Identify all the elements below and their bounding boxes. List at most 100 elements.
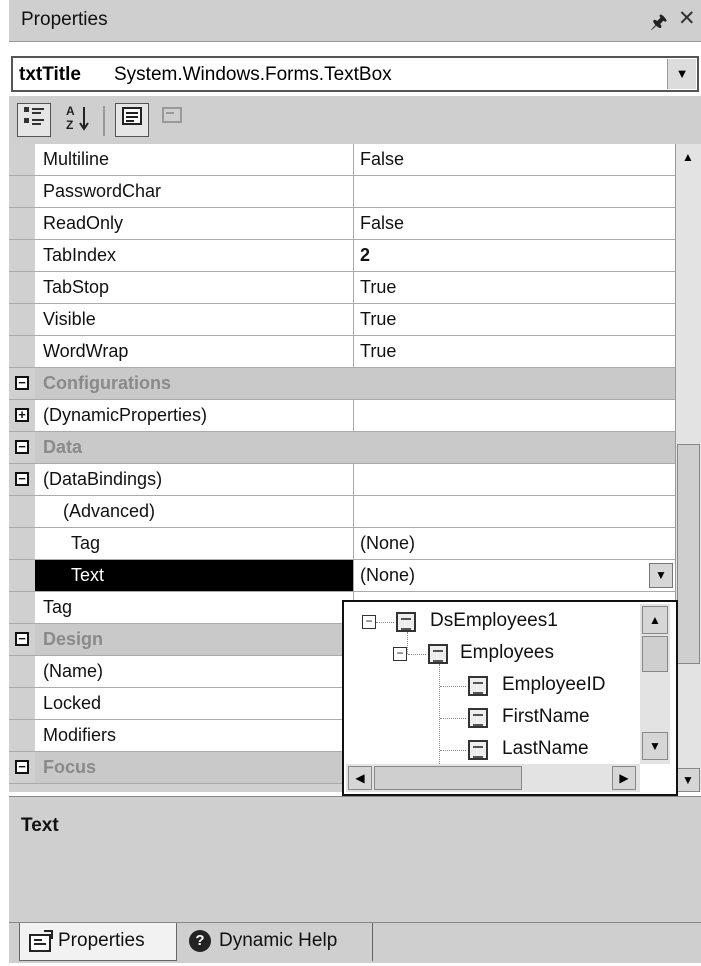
- tree-item-column[interactable]: EmployeeID: [502, 674, 606, 696]
- properties-icon[interactable]: [115, 103, 149, 137]
- property-name: Visible: [43, 309, 96, 329]
- tree-item-column[interactable]: LastName: [502, 738, 589, 760]
- pin-icon[interactable]: 🖈: [650, 8, 668, 40]
- property-name: Modifiers: [43, 725, 117, 745]
- property-row[interactable]: (Advanced): [9, 496, 675, 528]
- property-value[interactable]: True: [353, 304, 675, 335]
- property-name: TabIndex: [43, 245, 117, 265]
- property-name: (DataBindings): [43, 469, 163, 489]
- tree-item-table[interactable]: Employees: [460, 642, 554, 664]
- chevron-down-icon[interactable]: ▼: [649, 563, 673, 588]
- tree-item-dataset[interactable]: DsEmployees1: [430, 610, 558, 632]
- category-name: Focus: [43, 757, 97, 777]
- property-row[interactable]: Visible True: [9, 304, 675, 336]
- collapse-icon[interactable]: −: [15, 440, 29, 454]
- property-value[interactable]: [353, 464, 675, 495]
- category-name: Design: [43, 629, 104, 649]
- property-row[interactable]: TabStop True: [9, 272, 675, 304]
- collapse-icon[interactable]: −: [362, 615, 376, 629]
- property-name: TabStop: [43, 277, 110, 297]
- scroll-thumb[interactable]: [677, 444, 700, 664]
- property-value[interactable]: [353, 400, 675, 431]
- scroll-thumb[interactable]: [642, 636, 668, 672]
- property-name: (DynamicProperties): [43, 405, 208, 425]
- property-name: Text: [71, 565, 105, 585]
- svg-text:Z: Z: [66, 118, 73, 132]
- tree-line: [407, 632, 408, 654]
- categorized-icon[interactable]: [17, 103, 51, 137]
- property-row[interactable]: − (DataBindings): [9, 464, 675, 496]
- svg-text:A: A: [66, 104, 75, 118]
- tree-line: [408, 654, 426, 655]
- close-icon[interactable]: ✕: [678, 6, 696, 31]
- chevron-down-icon[interactable]: ▼: [667, 59, 696, 89]
- scroll-down-icon[interactable]: ▼: [642, 732, 668, 760]
- description-title: Text: [21, 815, 59, 836]
- property-value[interactable]: (None): [353, 528, 675, 559]
- property-value[interactable]: False: [353, 144, 675, 175]
- property-row-selected[interactable]: Text (None) ▼: [9, 560, 675, 592]
- collapse-icon[interactable]: −: [393, 647, 407, 661]
- property-row[interactable]: Tag (None): [9, 528, 675, 560]
- collapse-icon[interactable]: −: [15, 760, 29, 774]
- collapse-icon[interactable]: −: [15, 376, 29, 390]
- property-name: Tag: [71, 533, 101, 553]
- property-row[interactable]: Multiline False: [9, 144, 675, 176]
- tab-label: Dynamic Help: [219, 930, 338, 951]
- scroll-down-icon[interactable]: ▼: [676, 768, 700, 792]
- scroll-up-icon[interactable]: ▲: [642, 606, 668, 634]
- scroll-thumb[interactable]: [374, 766, 522, 790]
- property-name: (Advanced): [63, 501, 156, 521]
- object-type: System.Windows.Forms.TextBox: [114, 64, 392, 85]
- help-icon: ?: [189, 929, 211, 952]
- databinding-dropdown[interactable]: − DsEmployees1 − Employees EmployeeID Fi…: [342, 600, 678, 796]
- tab-dynamic-help[interactable]: ? Dynamic Help: [181, 923, 373, 961]
- property-row[interactable]: + (DynamicProperties): [9, 400, 675, 432]
- dropdown-hscroll[interactable]: ◀ ▶: [346, 764, 640, 792]
- property-value[interactable]: [353, 496, 675, 527]
- dropdown-vscroll[interactable]: ▲ ▼: [640, 604, 670, 764]
- properties-toolbar: AZ: [9, 96, 701, 144]
- property-row[interactable]: WordWrap True: [9, 336, 675, 368]
- property-row[interactable]: PasswordChar: [9, 176, 675, 208]
- category-name: Configurations: [43, 373, 171, 393]
- toolbar-separator: [103, 106, 105, 136]
- property-value[interactable]: True: [353, 272, 675, 303]
- grid-scrollbar[interactable]: ▲ ▼: [675, 144, 701, 792]
- panel-title: Properties: [21, 9, 108, 30]
- property-value[interactable]: 2: [353, 240, 675, 271]
- collapse-icon[interactable]: −: [15, 632, 29, 646]
- tab-properties[interactable]: Properties: [19, 923, 177, 961]
- events-icon[interactable]: [155, 103, 189, 137]
- property-name: ReadOnly: [43, 213, 124, 233]
- table-icon: [428, 644, 448, 664]
- expand-icon[interactable]: +: [15, 408, 29, 422]
- description-pane: Text: [9, 796, 701, 922]
- alphabetical-icon[interactable]: AZ: [61, 103, 95, 137]
- property-name: (Name): [43, 661, 104, 681]
- scroll-left-icon[interactable]: ◀: [348, 766, 372, 790]
- property-name: Locked: [43, 693, 102, 713]
- properties-tab-icon: [28, 929, 54, 953]
- property-row[interactable]: TabIndex 2: [9, 240, 675, 272]
- dataset-icon: [396, 612, 416, 632]
- scroll-up-icon[interactable]: ▲: [676, 146, 700, 170]
- property-row[interactable]: ReadOnly False: [9, 208, 675, 240]
- property-value[interactable]: False: [353, 208, 675, 239]
- column-icon: [468, 740, 488, 760]
- property-value[interactable]: [353, 176, 675, 207]
- category-row[interactable]: − Configurations: [9, 368, 675, 400]
- property-value[interactable]: (None): [353, 560, 675, 591]
- column-icon: [468, 676, 488, 696]
- collapse-icon[interactable]: −: [15, 472, 29, 486]
- object-selector[interactable]: txtTitle System.Windows.Forms.TextBox ▼: [11, 56, 699, 92]
- property-name: Tag: [43, 597, 73, 617]
- property-name: WordWrap: [43, 341, 129, 361]
- category-row[interactable]: − Data: [9, 432, 675, 464]
- tree-line: [376, 622, 394, 623]
- scroll-right-icon[interactable]: ▶: [612, 766, 636, 790]
- property-name: PasswordChar: [43, 181, 162, 201]
- column-icon: [468, 708, 488, 728]
- property-value[interactable]: True: [353, 336, 675, 367]
- tree-item-column[interactable]: FirstName: [502, 706, 590, 728]
